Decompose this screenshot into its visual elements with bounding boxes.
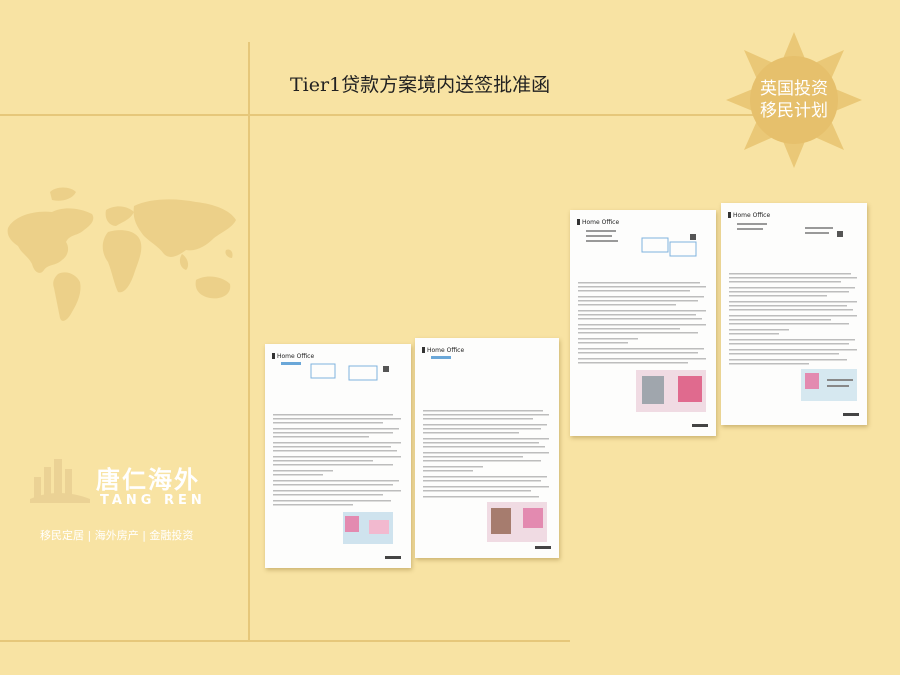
badge-line-2: 移民计划 xyxy=(760,101,828,121)
letter-header: Home Office xyxy=(733,212,771,219)
letter-content xyxy=(728,212,859,416)
badge-line-1: 英国投资 xyxy=(760,79,828,99)
slide-title: Tier1贷款方案境内送签批准函 xyxy=(290,74,551,96)
approval-letter-4: Home Office xyxy=(721,203,867,425)
world-map-icon xyxy=(7,187,236,321)
letter-content xyxy=(272,353,401,559)
approval-letter-2: Home Office xyxy=(415,338,559,558)
vertical-divider xyxy=(248,42,250,640)
slide: Tier1贷款方案境内送签批准函 英国投资 移民计划 唐仁海外 TANG REN… xyxy=(0,0,900,675)
building-logo-icon xyxy=(30,459,90,503)
header-divider xyxy=(0,114,820,116)
approval-letter-3: Home Office xyxy=(570,210,716,436)
letter-content xyxy=(577,219,708,427)
approval-letter-1: Home Office xyxy=(265,344,411,568)
letter-content xyxy=(422,347,551,549)
letter-header: Home Office xyxy=(582,219,620,226)
letter-header: Home Office xyxy=(427,347,465,354)
brand-name-cn: 唐仁海外 xyxy=(96,466,200,494)
footer-divider xyxy=(0,640,570,642)
brand-name-en: TANG REN xyxy=(100,493,206,508)
badge-text: 英国投资 移民计划 xyxy=(724,78,864,122)
brand-tagline: 移民定居 | 海外房产 | 金融投资 xyxy=(40,529,194,542)
letter-header: Home Office xyxy=(277,353,315,360)
